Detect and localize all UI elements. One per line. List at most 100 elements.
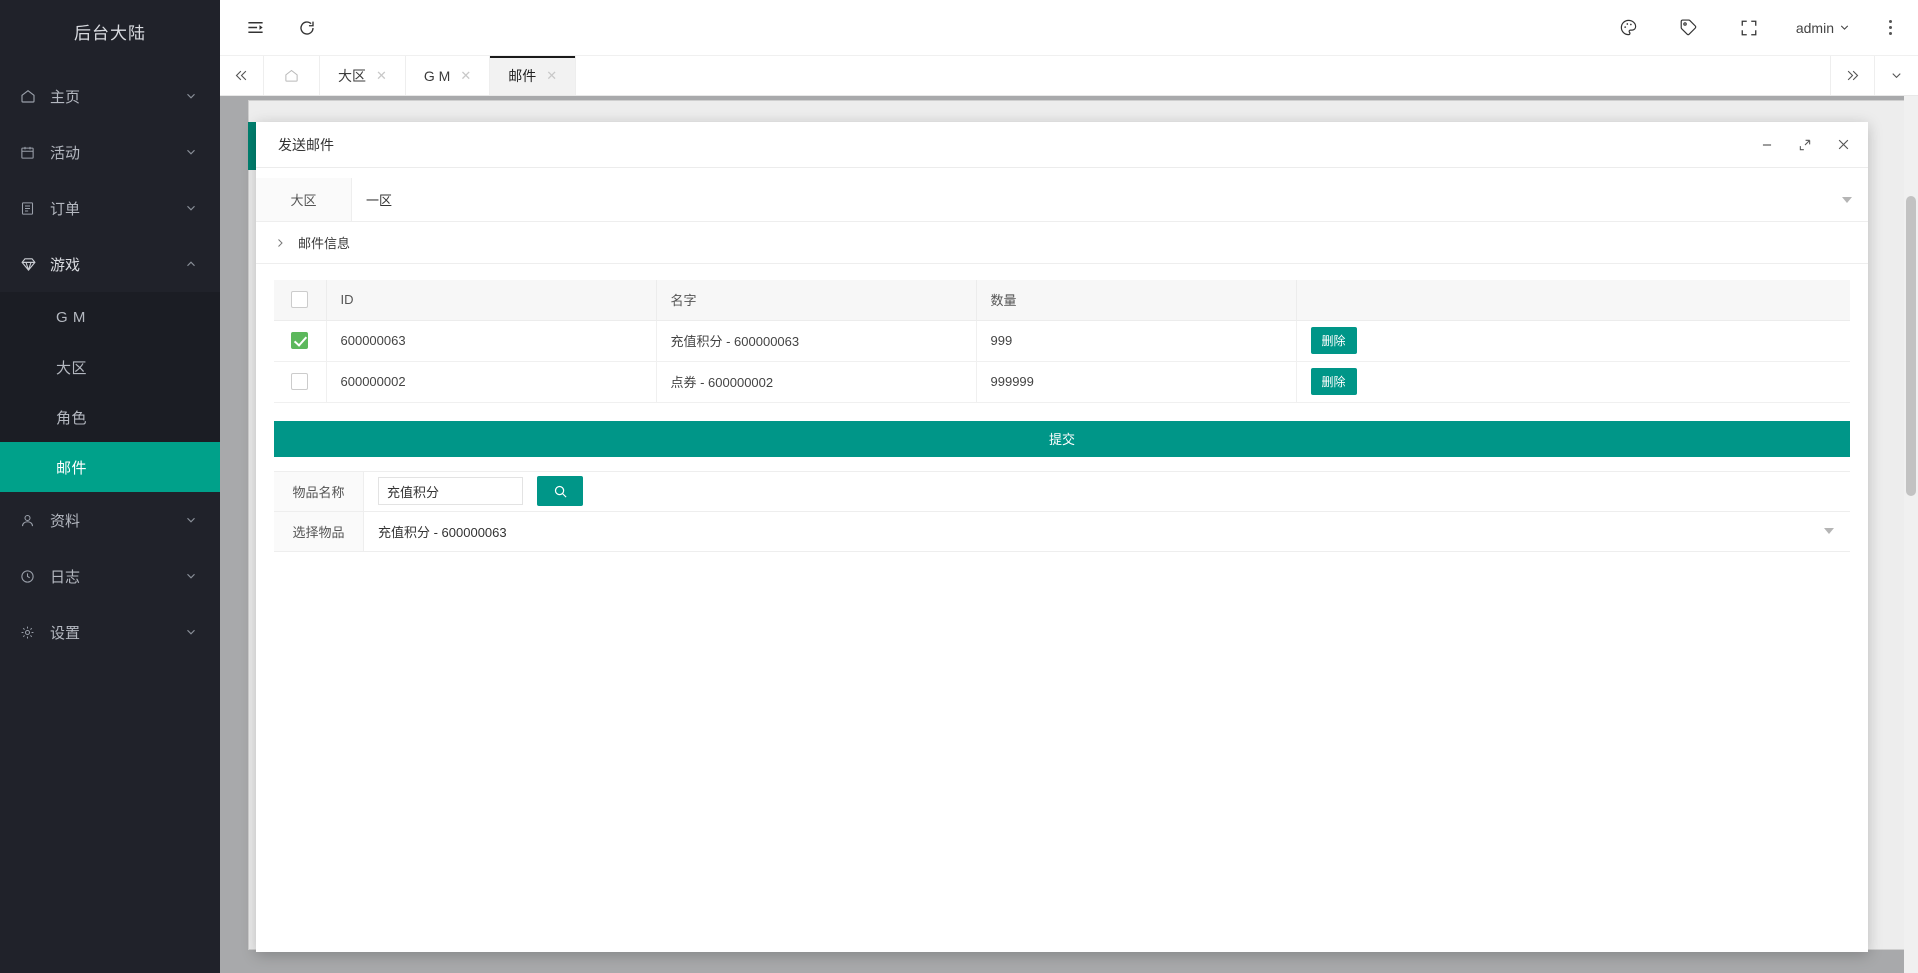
- dialog-title: 发送邮件: [278, 135, 334, 155]
- select-item-value: 充值积分 - 600000063: [378, 522, 507, 541]
- maximize-icon[interactable]: [1796, 136, 1814, 154]
- tab-close-icon[interactable]: ✕: [546, 69, 557, 82]
- tab-gm[interactable]: G M ✕: [406, 56, 490, 95]
- sidebar-item-label: 活动: [46, 142, 184, 163]
- tab-mail[interactable]: 邮件 ✕: [490, 56, 576, 95]
- header-id: ID: [326, 280, 656, 320]
- item-name-row: 物品名称: [274, 472, 1850, 512]
- chevron-right-icon: [274, 237, 286, 249]
- user-icon: [20, 513, 46, 528]
- item-name-label: 物品名称: [274, 472, 364, 511]
- header-name: 名字: [656, 280, 976, 320]
- cell-id: 600000063: [326, 320, 656, 361]
- sidebar-item-data[interactable]: 资料: [0, 492, 220, 548]
- region-label: 大区: [256, 178, 352, 221]
- items-table: ID 名字 数量 600000063: [274, 280, 1850, 403]
- user-name: admin: [1796, 20, 1834, 36]
- chevron-down-icon: [1824, 528, 1834, 534]
- tab-label: 大区: [338, 66, 366, 86]
- chevron-up-icon: [184, 257, 198, 271]
- tab-region[interactable]: 大区 ✕: [320, 56, 406, 95]
- collapse-menu-icon[interactable]: [242, 15, 268, 41]
- scrollbar-thumb[interactable]: [1906, 196, 1916, 496]
- region-value: 一区: [366, 190, 392, 209]
- page-scrollbar[interactable]: [1904, 96, 1918, 973]
- region-select[interactable]: 一区: [352, 178, 1868, 221]
- home-icon: [20, 88, 46, 104]
- sidebar-item-game[interactable]: 游戏: [0, 236, 220, 292]
- cell-id: 600000002: [326, 361, 656, 402]
- items-table-head: ID 名字 数量: [274, 280, 1850, 320]
- minimize-icon[interactable]: [1758, 136, 1776, 154]
- sidebar-item-home[interactable]: 主页: [0, 68, 220, 124]
- clock-icon: [20, 569, 46, 584]
- gear-icon: [20, 625, 46, 640]
- dialog-header: 发送邮件: [256, 122, 1868, 168]
- search-button[interactable]: [537, 476, 583, 506]
- sidebar-item-label: 资料: [46, 510, 184, 531]
- tab-dropdown-icon[interactable]: [1874, 56, 1918, 95]
- sidebar-subitem-region[interactable]: 大区: [0, 342, 220, 392]
- items-table-wrapper: ID 名字 数量 600000063: [256, 264, 1868, 403]
- tab-home[interactable]: [264, 56, 320, 95]
- chevron-down-icon: [184, 513, 198, 527]
- delete-button[interactable]: 删除: [1311, 327, 1357, 354]
- items-table-body: 600000063 充值积分 - 600000063 999 删除: [274, 320, 1850, 402]
- submit-button[interactable]: 提交: [274, 421, 1850, 457]
- sidebar-item-logs[interactable]: 日志: [0, 548, 220, 604]
- cell-name: 点券 - 600000002: [656, 361, 976, 402]
- select-all-checkbox[interactable]: [291, 291, 308, 308]
- cell-action: 删除: [1296, 320, 1850, 361]
- delete-button[interactable]: 删除: [1311, 368, 1357, 395]
- select-item-label: 选择物品: [274, 512, 364, 551]
- top-toolbar: admin: [220, 0, 1918, 56]
- select-item-dropdown[interactable]: 充值积分 - 600000063: [364, 512, 1850, 551]
- item-name-input[interactable]: [378, 477, 523, 505]
- chevron-down-icon: [184, 625, 198, 639]
- tab-list: 大区 ✕ G M ✕ 邮件 ✕: [264, 56, 1830, 95]
- tab-close-icon[interactable]: ✕: [376, 69, 387, 82]
- tab-label: G M: [424, 68, 450, 84]
- fullscreen-icon[interactable]: [1736, 15, 1762, 41]
- sidebar-subitem-gm[interactable]: G M: [0, 292, 220, 342]
- cell-qty: 999999: [976, 361, 1296, 402]
- diamond-icon: [20, 256, 46, 273]
- palette-icon[interactable]: [1616, 15, 1642, 41]
- cell-qty: 999: [976, 320, 1296, 361]
- chevron-down-icon: [1838, 21, 1851, 34]
- sidebar-item-activity[interactable]: 活动: [0, 124, 220, 180]
- toolbar-right-group: admin: [1616, 15, 1918, 41]
- sidebar-item-label: 主页: [46, 86, 184, 107]
- row-checkbox[interactable]: [291, 332, 308, 349]
- tab-bar: 大区 ✕ G M ✕ 邮件 ✕: [220, 56, 1918, 96]
- table-row: 600000002 点券 - 600000002 999999 删除: [274, 361, 1850, 402]
- tag-icon[interactable]: [1676, 15, 1702, 41]
- select-item-row: 选择物品 充值积分 - 600000063: [274, 512, 1850, 552]
- sidebar: 后台大陆 主页 活动 订单: [0, 0, 220, 973]
- double-chevron-left-icon[interactable]: [220, 56, 264, 95]
- tab-close-icon[interactable]: ✕: [460, 69, 471, 82]
- sidebar-subitem-role[interactable]: 角色: [0, 392, 220, 442]
- double-chevron-right-icon[interactable]: [1830, 56, 1874, 95]
- table-row: 600000063 充值积分 - 600000063 999 删除: [274, 320, 1850, 361]
- row-checkbox[interactable]: [291, 373, 308, 390]
- home-outline-icon: [284, 68, 299, 83]
- tab-bar-controls: [1830, 56, 1918, 95]
- more-vertical-icon[interactable]: [1885, 20, 1896, 35]
- row-select-cell: [274, 361, 326, 402]
- calendar-icon: [20, 145, 46, 160]
- sidebar-item-settings[interactable]: 设置: [0, 604, 220, 660]
- row-select-cell: [274, 320, 326, 361]
- item-search-form: 物品名称 选择物品 充值积分 - 600000063: [274, 471, 1850, 552]
- sidebar-submenu-game: G M 大区 角色 邮件: [0, 292, 220, 492]
- brand-title: 后台大陆: [0, 0, 220, 68]
- sidebar-item-orders[interactable]: 订单: [0, 180, 220, 236]
- sidebar-subitem-mail[interactable]: 邮件: [0, 442, 220, 492]
- refresh-icon[interactable]: [294, 15, 320, 41]
- mail-info-collapse[interactable]: 邮件信息: [256, 222, 1868, 264]
- cell-action: 删除: [1296, 361, 1850, 402]
- user-menu[interactable]: admin: [1796, 20, 1851, 36]
- close-icon[interactable]: [1834, 136, 1852, 154]
- toolbar-left-group: [220, 15, 320, 41]
- sidebar-item-label: 游戏: [46, 254, 184, 275]
